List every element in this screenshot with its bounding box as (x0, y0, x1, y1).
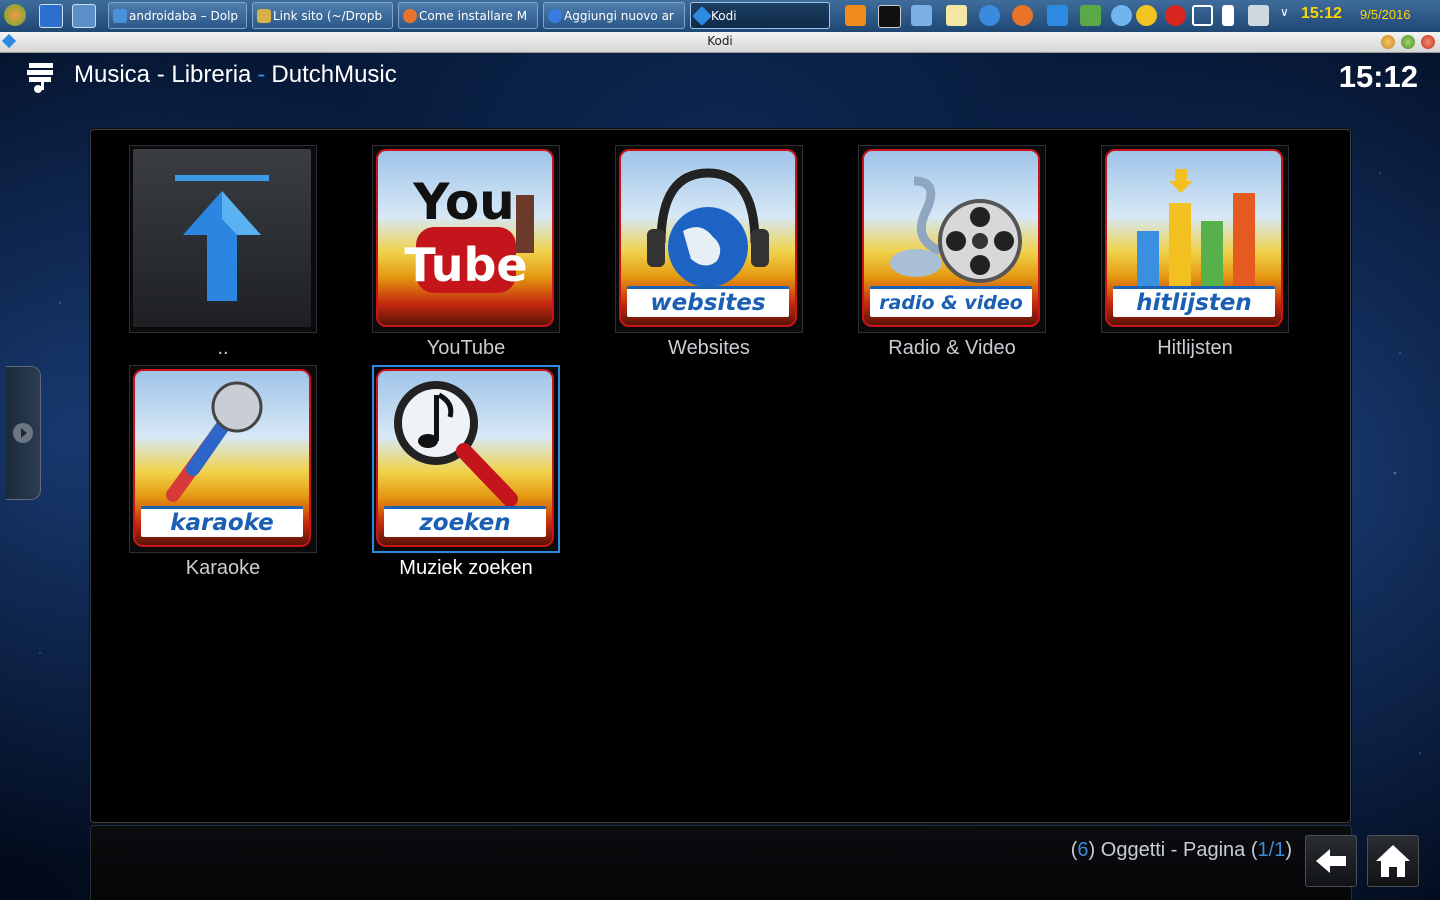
side-menu-tab[interactable] (6, 366, 41, 500)
footer-bar (90, 825, 1352, 900)
radio-video-art: radio & video (862, 149, 1040, 327)
task-label: Come installare M (419, 9, 528, 23)
notes-icon[interactable] (946, 5, 967, 26)
music-library-icon (27, 63, 53, 93)
kodi-icon (692, 6, 712, 26)
task-kodi[interactable]: Kodi (690, 2, 830, 29)
parent-folder-art (133, 149, 311, 327)
vlc-icon[interactable] (845, 5, 866, 26)
home-button[interactable] (1367, 835, 1419, 887)
minimize-button[interactable] (1381, 35, 1395, 49)
dolphin-icon (113, 9, 127, 23)
moon-icon[interactable] (1136, 5, 1157, 26)
system-tray: ∨ 15:12 9/5/2016 (840, 0, 1440, 32)
editor-icon (257, 9, 271, 23)
youtube-logo-icon: You Tube (404, 173, 534, 293)
breadcrumb-section: Musica - Libreria (74, 61, 252, 88)
task-dolphin[interactable]: androidaba – Dolp (108, 2, 247, 29)
finder-icon[interactable] (911, 5, 932, 26)
art-band-text: karaoke (141, 506, 303, 537)
item-label: Muziek zoeken (399, 557, 533, 579)
chevron-right-icon (13, 423, 33, 443)
breadcrumb-separator: - (257, 61, 266, 88)
karaoke-art: karaoke (133, 369, 311, 547)
task-chrome[interactable]: Aggiungi nuovo ar (543, 2, 685, 29)
battery-icon[interactable] (1222, 5, 1234, 26)
task-editor[interactable]: Link sito (~/Dropb (252, 2, 393, 29)
kodi-window: Musica - Libreria - DutchMusic 15:12 .. Yo… (0, 53, 1440, 900)
mail-icon[interactable] (1165, 5, 1186, 26)
firefox-icon (403, 9, 417, 23)
item-label: Radio & Video (888, 337, 1016, 359)
kodi-clock: 15:12 (1338, 59, 1418, 94)
kodi-tray-icon[interactable] (1047, 5, 1068, 26)
cloud-icon[interactable] (1111, 5, 1132, 26)
task-label: Kodi (711, 9, 737, 23)
breadcrumb-folder: DutchMusic (271, 61, 397, 88)
item-count-text: Oggetti - Pagina (1100, 839, 1246, 861)
app-menu-icon[interactable] (4, 4, 26, 26)
hitlijsten-art: hitlijsten (1105, 149, 1283, 327)
youtube-art: You Tube (376, 149, 554, 327)
volume-icon[interactable] (1192, 5, 1213, 26)
zoeken-art: zoeken (376, 369, 554, 547)
item-parent-folder[interactable]: .. (129, 145, 317, 359)
terminal-icon[interactable] (878, 5, 901, 28)
chevron-down-icon[interactable]: ∨ (1280, 5, 1290, 26)
item-youtube[interactable]: You Tube YouTube (372, 145, 560, 359)
breadcrumb: Musica - Libreria - DutchMusic (74, 61, 397, 89)
window-titlebar[interactable]: Kodi (0, 32, 1440, 53)
arrow-left-icon (1316, 849, 1346, 873)
window-title: Kodi (707, 34, 733, 48)
svg-text:Tube: Tube (404, 238, 527, 292)
taskbar-date[interactable]: 9/5/2016 (1360, 7, 1411, 22)
chrome-icon (548, 9, 562, 23)
shield-icon[interactable] (1080, 5, 1101, 26)
close-button[interactable] (1421, 35, 1435, 49)
item-websites[interactable]: websites Websites (615, 145, 803, 359)
arrow-up-icon (175, 175, 269, 301)
item-count: (6) Oggetti - Pagina (1/1) (1070, 839, 1292, 861)
item-count-number: 6 (1077, 839, 1089, 861)
task-firefox[interactable]: Come installare M (398, 2, 538, 29)
taskbar-clock[interactable]: 15:12 (1301, 5, 1342, 23)
item-hitlijsten[interactable]: hitlijsten Hitlijsten (1101, 145, 1289, 359)
art-band-text: hitlijsten (1113, 286, 1275, 317)
item-radio-video[interactable]: radio & video Radio & Video (858, 145, 1046, 359)
task-label: Aggiungi nuovo ar (564, 9, 674, 23)
art-band-text: zoeken (384, 506, 546, 537)
art-band-text: websites (627, 286, 789, 317)
task-label: androidaba – Dolp (129, 9, 239, 23)
launcher-area (0, 0, 100, 32)
item-muziek-zoeken[interactable]: zoeken Muziek zoeken (372, 365, 560, 579)
activities-icon[interactable] (72, 4, 96, 28)
item-karaoke[interactable]: karaoke Karaoke (129, 365, 317, 579)
art-band-text: radio & video (870, 286, 1032, 317)
system-taskbar: androidaba – Dolp Link sito (~/Dropb Com… (0, 0, 1440, 33)
page-indicator: 1/1 (1257, 839, 1286, 861)
item-label: .. (217, 337, 229, 359)
item-label: Hitlijsten (1157, 337, 1233, 359)
item-label: Websites (668, 337, 750, 359)
maximize-button[interactable] (1401, 35, 1415, 49)
item-label: Karaoke (185, 557, 261, 579)
svg-text:You: You (412, 173, 515, 231)
home-icon (1376, 845, 1410, 877)
network-icon[interactable] (1248, 5, 1269, 26)
websites-art: websites (619, 149, 797, 327)
task-label: Link sito (~/Dropb (273, 9, 383, 23)
show-desktop-icon[interactable] (39, 4, 63, 28)
sync-icon[interactable] (979, 5, 1000, 26)
item-label: YouTube (426, 337, 506, 359)
back-button[interactable] (1305, 835, 1357, 887)
firefox-tray-icon[interactable] (1012, 5, 1033, 26)
